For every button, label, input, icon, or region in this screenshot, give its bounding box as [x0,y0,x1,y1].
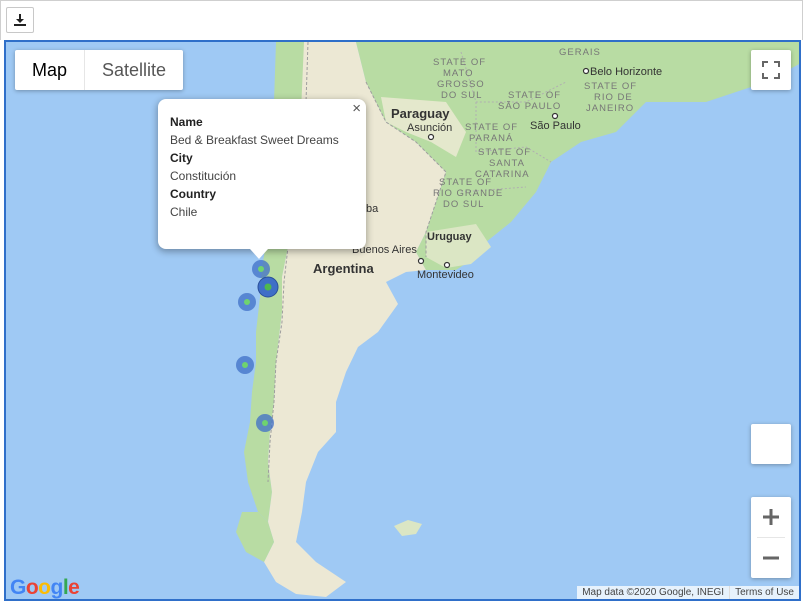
map-canvas[interactable]: Paraguay Asunción Argentina Uruguay Buen… [6,42,801,601]
svg-text:JANEIRO: JANEIRO [586,103,634,114]
map-attribution: Map data ©2020 Google, INEGI Terms of Us… [577,586,799,599]
svg-text:STATE OF: STATE OF [465,122,518,133]
fullscreen-icon [762,61,780,79]
map-marker[interactable] [236,356,254,374]
label-paraguay: Paraguay [391,106,450,121]
info-name-label: Name [170,115,203,129]
fullscreen-button[interactable] [751,50,791,90]
svg-text:PARANÁ: PARANÁ [469,133,513,144]
label-uruguay: Uruguay [427,231,473,243]
svg-text:STATE OF: STATE OF [439,177,492,188]
label-state-parana: STATE OF PARANÁ [465,122,518,144]
map-type-map-button[interactable]: Map [15,50,86,90]
svg-text:STATE OF: STATE OF [508,90,561,101]
google-logo[interactable]: Google [10,576,80,599]
street-view-pegman-button[interactable] [751,424,791,464]
map-marker-selected[interactable] [257,276,279,298]
info-country-label: Country [170,187,216,201]
map-data-attribution: Map data ©2020 Google, INEGI [577,586,730,599]
zoom-in-button[interactable] [751,497,791,537]
info-country-value: Chile [170,205,198,219]
info-city-label: City [170,151,193,165]
label-state-sao-paulo: STATE OF SÃO PAULO [498,90,561,112]
terms-of-use-link[interactable]: Terms of Use [729,586,799,599]
map-marker[interactable] [252,260,270,278]
map-marker[interactable] [256,414,274,432]
svg-text:MATO: MATO [443,68,474,79]
label-montevideo: Montevideo [417,269,474,281]
svg-text:STATE OF: STATE OF [433,57,486,68]
toolbar [0,0,803,40]
svg-text:STATE OF: STATE OF [478,147,531,158]
svg-text:GROSSO: GROSSO [437,79,485,90]
label-state-mato-grosso-do-sul: STATE OF MATO GROSSO DO SUL [433,57,486,101]
label-gerais: GERAIS [559,47,601,58]
svg-text:DO SUL: DO SUL [441,90,482,101]
zoom-out-button[interactable] [751,538,791,578]
map[interactable]: Paraguay Asunción Argentina Uruguay Buen… [4,40,801,601]
svg-text:SANTA: SANTA [489,158,525,169]
svg-text:DO SUL: DO SUL [443,199,484,210]
download-button[interactable] [6,7,34,33]
label-asuncion: Asunción [407,122,452,134]
info-city-value: Constitución [170,169,237,183]
info-window-close-button[interactable]: × [352,100,361,117]
label-argentina: Argentina [313,261,374,276]
label-belo-horizonte: Belo Horizonte [590,66,662,78]
svg-text:SÃO PAULO: SÃO PAULO [498,101,561,112]
label-cordoba-partial: ba [366,203,379,215]
info-window: × Name Bed & Breakfast Sweet Dreams City… [158,99,366,259]
zoom-control [751,497,791,578]
map-type-satellite-button[interactable]: Satellite [85,50,183,90]
download-icon [14,14,26,26]
label-sao-paulo: São Paulo [530,120,581,132]
info-name-value: Bed & Breakfast Sweet Dreams [170,133,339,147]
minus-icon [763,556,779,560]
plus-icon [763,509,779,525]
svg-text:RIO GRANDE: RIO GRANDE [433,188,503,199]
svg-text:RIO DE: RIO DE [594,92,633,103]
map-marker[interactable] [238,293,256,311]
svg-text:STATE OF: STATE OF [584,81,637,92]
map-type-control: Map Satellite [15,50,184,90]
